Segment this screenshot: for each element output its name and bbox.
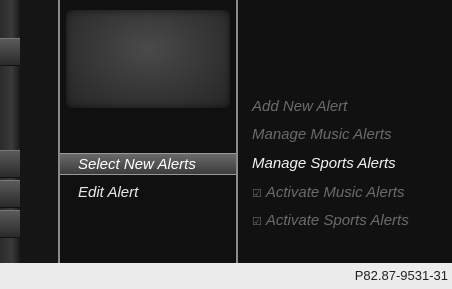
option-activate-sports-alerts[interactable]: ☑ Activate Sports Alerts	[252, 212, 409, 229]
background-menu-column	[20, 0, 58, 263]
menu-preview-image	[66, 10, 230, 108]
menu-item-select-new-alerts[interactable]: Select New Alerts	[60, 153, 236, 175]
alerts-menu-panel: Select New Alerts Edit Alert	[58, 0, 238, 263]
left-edge-segment	[0, 180, 20, 208]
menu-item-label: Select New Alerts	[78, 156, 196, 173]
checkbox-checked-icon: ☑	[252, 216, 262, 228]
left-edge-segment	[0, 150, 20, 178]
option-label: Manage Sports Alerts	[252, 155, 396, 172]
figure-id: P82.87-9531-31	[354, 268, 448, 283]
option-activate-music-alerts[interactable]: ☑ Activate Music Alerts	[252, 184, 405, 201]
left-edge-segment	[0, 38, 20, 66]
menu-item-label: Edit Alert	[78, 184, 139, 201]
option-manage-sports-alerts[interactable]: Manage Sports Alerts	[252, 155, 396, 172]
checkbox-checked-icon: ☑	[252, 188, 262, 200]
left-edge-segment	[0, 210, 20, 238]
option-label: Manage Music Alerts	[252, 126, 392, 143]
option-label: Activate Sports Alerts	[265, 212, 409, 229]
menu-item-edit-alert[interactable]: Edit Alert	[60, 182, 236, 204]
option-label: Activate Music Alerts	[265, 184, 405, 201]
option-label: Add New Alert	[252, 98, 348, 115]
option-manage-music-alerts[interactable]: Manage Music Alerts	[252, 126, 392, 143]
display-screen: Select New Alerts Edit Alert Add New Ale…	[0, 0, 452, 263]
option-add-new-alert[interactable]: Add New Alert	[252, 98, 347, 115]
left-edge-bar	[0, 0, 20, 263]
submenu-list: Add New Alert Manage Music Alerts Manage…	[236, 0, 452, 263]
